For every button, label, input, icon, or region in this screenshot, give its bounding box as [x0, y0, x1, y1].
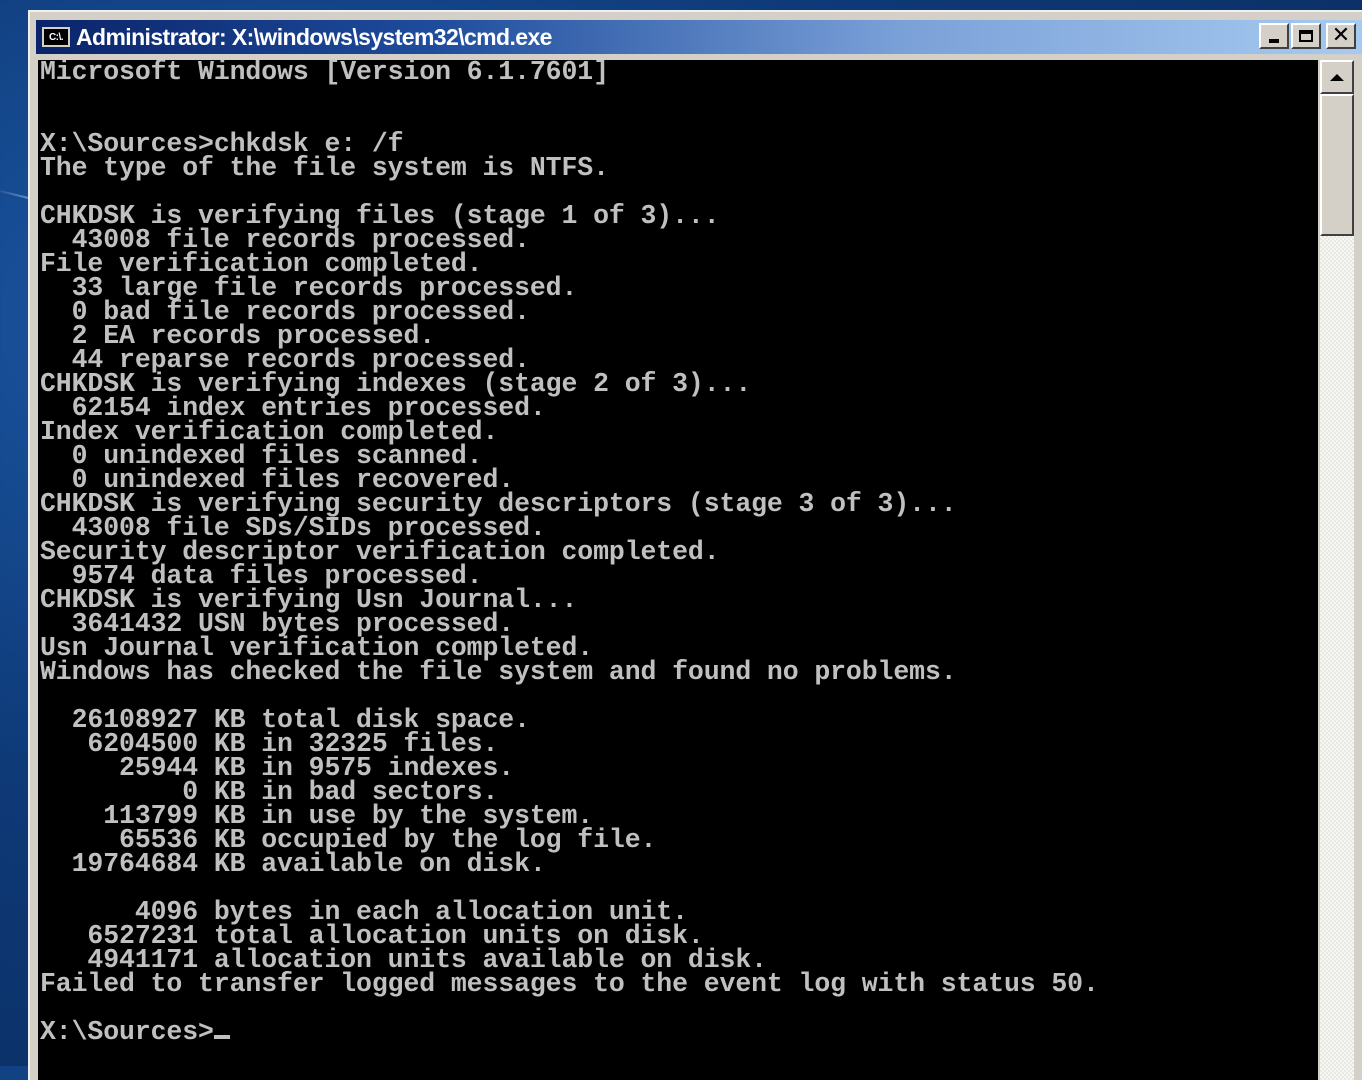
scroll-thumb[interactable]: [1320, 94, 1354, 236]
title-bar[interactable]: C:\. Administrator: X:\windows\system32\…: [36, 20, 1362, 54]
console-line: The type of the file system is NTFS.: [40, 153, 609, 183]
maximize-button[interactable]: [1291, 23, 1321, 49]
cmd-app-icon[interactable]: C:\.: [42, 27, 70, 47]
window-title: Administrator: X:\windows\system32\cmd.e…: [76, 23, 552, 50]
console-line: Failed to transfer logged messages to th…: [40, 969, 1099, 999]
scroll-up-button[interactable]: [1320, 60, 1354, 94]
command-prompt[interactable]: X:\Sources>: [40, 1017, 1318, 1047]
arrow-up-icon: [1330, 73, 1344, 81]
cmd-window: C:\. Administrator: X:\windows\system32\…: [28, 10, 1362, 1080]
vertical-scrollbar[interactable]: [1320, 60, 1354, 1080]
minimize-button[interactable]: [1259, 23, 1289, 49]
close-button[interactable]: ✕: [1326, 23, 1356, 49]
console-line: 19764684 KB available on disk.: [40, 849, 546, 879]
console-line: Windows has checked the file system and …: [40, 657, 957, 687]
console-text: Microsoft Windows [Version 6.1.7601] X:\S…: [38, 60, 1318, 1047]
window-controls: ✕: [1257, 23, 1356, 49]
maximize-icon: [1299, 30, 1313, 42]
console-line: Microsoft Windows [Version 6.1.7601]: [40, 60, 609, 87]
console-output[interactable]: Microsoft Windows [Version 6.1.7601] X:\S…: [38, 60, 1318, 1080]
prompt-text: X:\Sources>: [40, 1017, 214, 1047]
minimize-icon: [1269, 39, 1279, 43]
close-icon: ✕: [1331, 23, 1351, 48]
text-cursor: [213, 1035, 230, 1039]
